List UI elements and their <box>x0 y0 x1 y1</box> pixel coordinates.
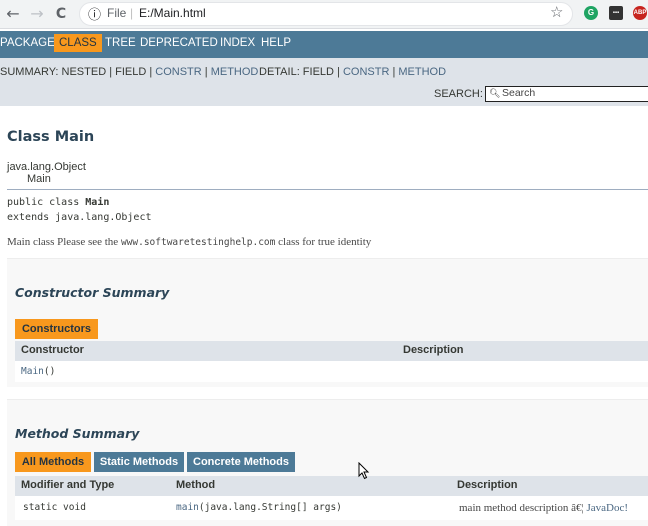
tab-constructors[interactable]: Constructors <box>15 319 98 339</box>
grammarly-extension-icon[interactable]: G <box>584 6 598 20</box>
signature-prefix: public class <box>7 197 86 208</box>
constructor-signature: Main() <box>21 366 55 377</box>
class-description: Main class Please see the www.softwarete… <box>7 236 371 248</box>
mouse-cursor-icon <box>358 462 370 480</box>
browser-toolbar: ← → C ⓘ File | E:/Main.html ☆ G ▪▪▪ ABP <box>0 0 648 29</box>
summary-method-link[interactable]: METHOD <box>211 66 259 78</box>
method-params: (java.lang.String[] args) <box>198 502 342 513</box>
constructor-main-link[interactable]: Main <box>21 366 44 377</box>
tab-concrete-methods[interactable]: Concrete Methods <box>187 452 295 472</box>
top-navbar: PACKAGE CLASS TREE DEPRECATED INDEX HELP <box>0 31 648 58</box>
method-main-link[interactable]: main <box>176 502 199 513</box>
hierarchy-parent: java.lang.Object <box>7 161 86 173</box>
col-description: Description <box>457 479 518 491</box>
constructor-summary-title: Constructor Summary <box>15 285 170 300</box>
detail-label: DETAIL: FIELD | <box>259 66 343 78</box>
nav-tree[interactable]: TREE <box>105 37 136 49</box>
javadoc-link[interactable]: JavaDoc! <box>586 502 628 514</box>
adblock-extension-icon[interactable]: ABP <box>633 6 647 20</box>
extension-icon[interactable]: ▪▪▪ <box>609 6 623 20</box>
class-signature-line1: public class Main <box>7 197 109 208</box>
page-title: Class Main <box>7 129 95 145</box>
file-label: File <box>107 6 127 20</box>
nav-index[interactable]: INDEX <box>220 37 255 49</box>
search-input[interactable]: 🔍︎ Search <box>485 86 648 102</box>
constructor-table-header: Constructor Description <box>15 341 648 361</box>
nav-help[interactable]: HELP <box>261 37 291 49</box>
search-icon: 🔍︎ <box>489 88 501 98</box>
address-bar[interactable]: ⓘ File | E:/Main.html ☆ <box>79 2 573 26</box>
detail-method-link[interactable]: METHOD <box>398 66 446 78</box>
site-info-icon[interactable]: ⓘ <box>88 4 101 23</box>
header-divider <box>7 189 648 190</box>
detail-constr-link[interactable]: CONSTR <box>343 66 389 78</box>
tab-static-methods[interactable]: Static Methods <box>94 452 184 472</box>
search-label: SEARCH: <box>434 88 483 100</box>
back-icon[interactable]: ← <box>3 4 23 24</box>
detail-links: DETAIL: FIELD | CONSTR | METHOD <box>259 66 446 78</box>
description-url: www.softwaretestinghelp.com <box>120 237 276 248</box>
col-description: Description <box>403 344 464 356</box>
summary-constr-link[interactable]: CONSTR <box>155 66 201 78</box>
method-signature: main(java.lang.String[] args) <box>176 502 342 513</box>
table-row: Main() <box>15 361 648 382</box>
reload-icon[interactable]: C <box>51 4 71 24</box>
class-signature-line2: extends java.lang.Object <box>7 212 152 223</box>
hierarchy-child: Main <box>27 173 51 185</box>
method-description-text: main method description â€¦ <box>459 502 587 514</box>
col-modifier-and-type: Modifier and Type <box>21 479 115 491</box>
signature-class-name: Main <box>85 197 110 208</box>
constructor-params: () <box>43 366 56 377</box>
method-modifier: static void <box>23 502 86 513</box>
sub-navbar: SUMMARY: NESTED | FIELD | CONSTR | METHO… <box>0 58 648 106</box>
search-placeholder: Search <box>502 87 536 99</box>
forward-icon[interactable]: → <box>27 4 47 24</box>
summary-label: SUMMARY: NESTED | FIELD | <box>0 66 156 78</box>
nav-package[interactable]: PACKAGE <box>0 37 55 49</box>
nav-class-active: CLASS <box>54 34 102 52</box>
table-row: static void main(java.lang.String[] args… <box>15 496 648 520</box>
url-text[interactable]: E:/Main.html <box>139 6 206 20</box>
nav-deprecated[interactable]: DEPRECATED <box>140 37 218 49</box>
method-summary-title: Method Summary <box>15 426 140 441</box>
method-description: main method description â€¦ JavaDoc! <box>459 502 628 514</box>
col-constructor: Constructor <box>21 344 84 356</box>
omnibox-separator: | <box>130 6 134 20</box>
description-prefix: Main class Please see the <box>7 236 121 248</box>
summary-links: SUMMARY: NESTED | FIELD | CONSTR | METHO… <box>0 66 258 78</box>
tab-all-methods[interactable]: All Methods <box>15 452 91 472</box>
method-table-header: Modifier and Type Method Description <box>15 476 648 496</box>
bookmark-star-icon[interactable]: ☆ <box>550 3 563 21</box>
summary-separator: | <box>201 66 211 78</box>
description-suffix: class for true identity <box>275 236 372 248</box>
col-method: Method <box>176 479 216 491</box>
